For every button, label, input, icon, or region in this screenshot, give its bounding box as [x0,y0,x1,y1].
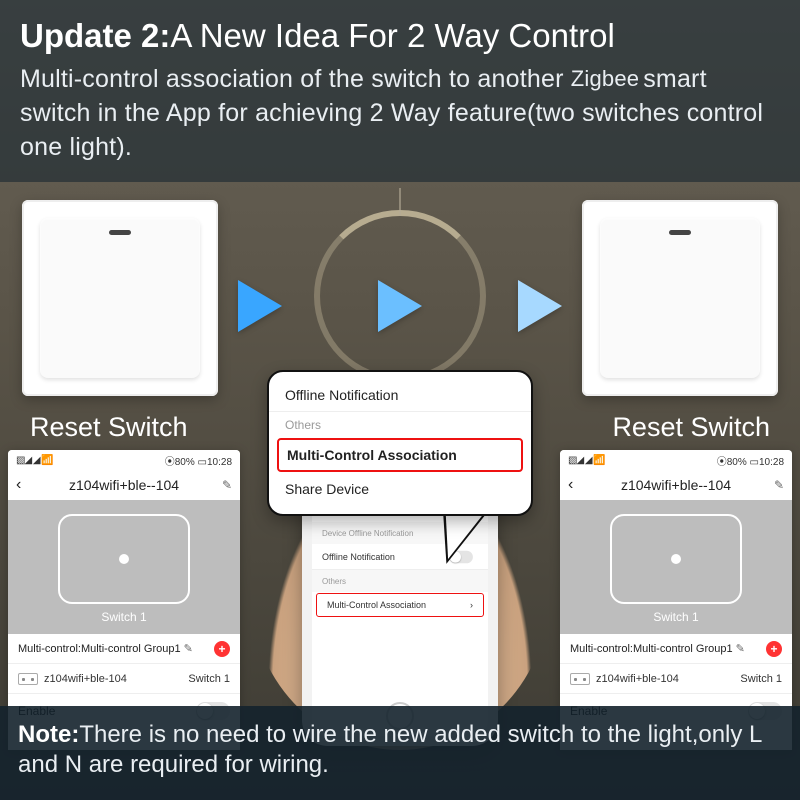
status-bar: ▧◢ ◢ 📶 ⦿80% ▭10:28 [8,450,240,470]
signal-icons: ▧◢ ◢ 📶 [568,455,605,466]
device-title: z104wifi+ble--104 [69,477,179,493]
edit-icon[interactable]: ✎ [184,643,193,655]
device-title: z104wifi+ble--104 [621,477,731,493]
title-rest: A New Idea For 2 Way Control [170,17,614,54]
title-prefix: Update 2: [20,17,170,54]
promo-poster: Update 2:A New Idea For 2 Way Control Mu… [0,0,800,800]
reset-label-right: Reset Switch [612,412,770,443]
switch-panel: Switch 1 [560,500,792,634]
dot-icon [671,554,681,564]
led-icon [109,230,131,235]
arrow-icon [378,280,422,332]
callout-row: Offline Notification [269,378,531,412]
wall-switch-right [582,200,778,396]
switch-button[interactable] [58,514,190,604]
add-icon[interactable]: + [766,641,782,657]
battery-time: ⦿80% ▭10:28 [717,453,784,468]
arrow-icon [238,280,282,332]
add-icon[interactable]: + [214,641,230,657]
note-text: There is no need to wire the new added s… [18,721,762,778]
arrow-icon [518,280,562,332]
header: Update 2:A New Idea For 2 Way Control Mu… [0,0,800,182]
device-titlebar: ‹ z104wifi+ble--104 ✎ [560,470,792,500]
device-row[interactable]: z104wifi+ble-104 Switch 1 [8,664,240,694]
phone-left: ▧◢ ◢ 📶 ⦿80% ▭10:28 ‹ z104wifi+ble--104 ✎… [8,450,240,750]
callout-row: Share Device [269,472,531,506]
description: Multi-control association of the switch … [20,62,780,164]
led-icon [669,230,691,235]
arrow-row [228,278,572,334]
edit-icon[interactable]: ✎ [774,478,784,492]
callout-highlight: Multi-Control Association [277,438,523,472]
signal-icons: ▧◢ ◢ 📶 [16,455,53,466]
switch-panel: Switch 1 [8,500,240,634]
wall-switch-left [22,200,218,396]
phone-right: ▧◢ ◢ 📶 ⦿80% ▭10:28 ‹ z104wifi+ble--104 ✎… [560,450,792,750]
back-icon[interactable]: ‹ [568,476,573,494]
title: Update 2:A New Idea For 2 Way Control [20,16,780,56]
battery-time: ⦿80% ▭10:28 [165,453,232,468]
multicontrol-row[interactable]: Multi-control:Multi-control Group1✎ + [560,634,792,664]
multicontrol-row[interactable]: Multi-control:Multi-control Group1✎ + [8,634,240,664]
section-head: Others [312,570,488,592]
footer-note: Note:There is no need to wire the new ad… [0,706,800,800]
device-icon [570,673,590,685]
device-row[interactable]: z104wifi+ble-104 Switch 1 [560,664,792,694]
switch-name: Switch 1 [58,610,190,624]
callout-bubble: Offline Notification Others Multi-Contro… [267,370,533,516]
note-prefix: Note: [18,721,79,748]
switch-name: Switch 1 [610,610,742,624]
switch-button[interactable] [610,514,742,604]
callout-head: Others [269,412,531,438]
edit-icon[interactable]: ✎ [222,478,232,492]
zigbee-tag: Zigbee [571,62,639,96]
mca-row[interactable]: Multi-Control Association› [316,593,484,617]
chevron-right-icon: › [470,600,473,610]
back-icon[interactable]: ‹ [16,476,21,494]
device-titlebar: ‹ z104wifi+ble--104 ✎ [8,470,240,500]
reset-label-left: Reset Switch [30,412,188,443]
edit-icon[interactable]: ✎ [736,643,745,655]
device-icon [18,673,38,685]
status-bar: ▧◢ ◢ 📶 ⦿80% ▭10:28 [560,450,792,470]
dot-icon [119,554,129,564]
